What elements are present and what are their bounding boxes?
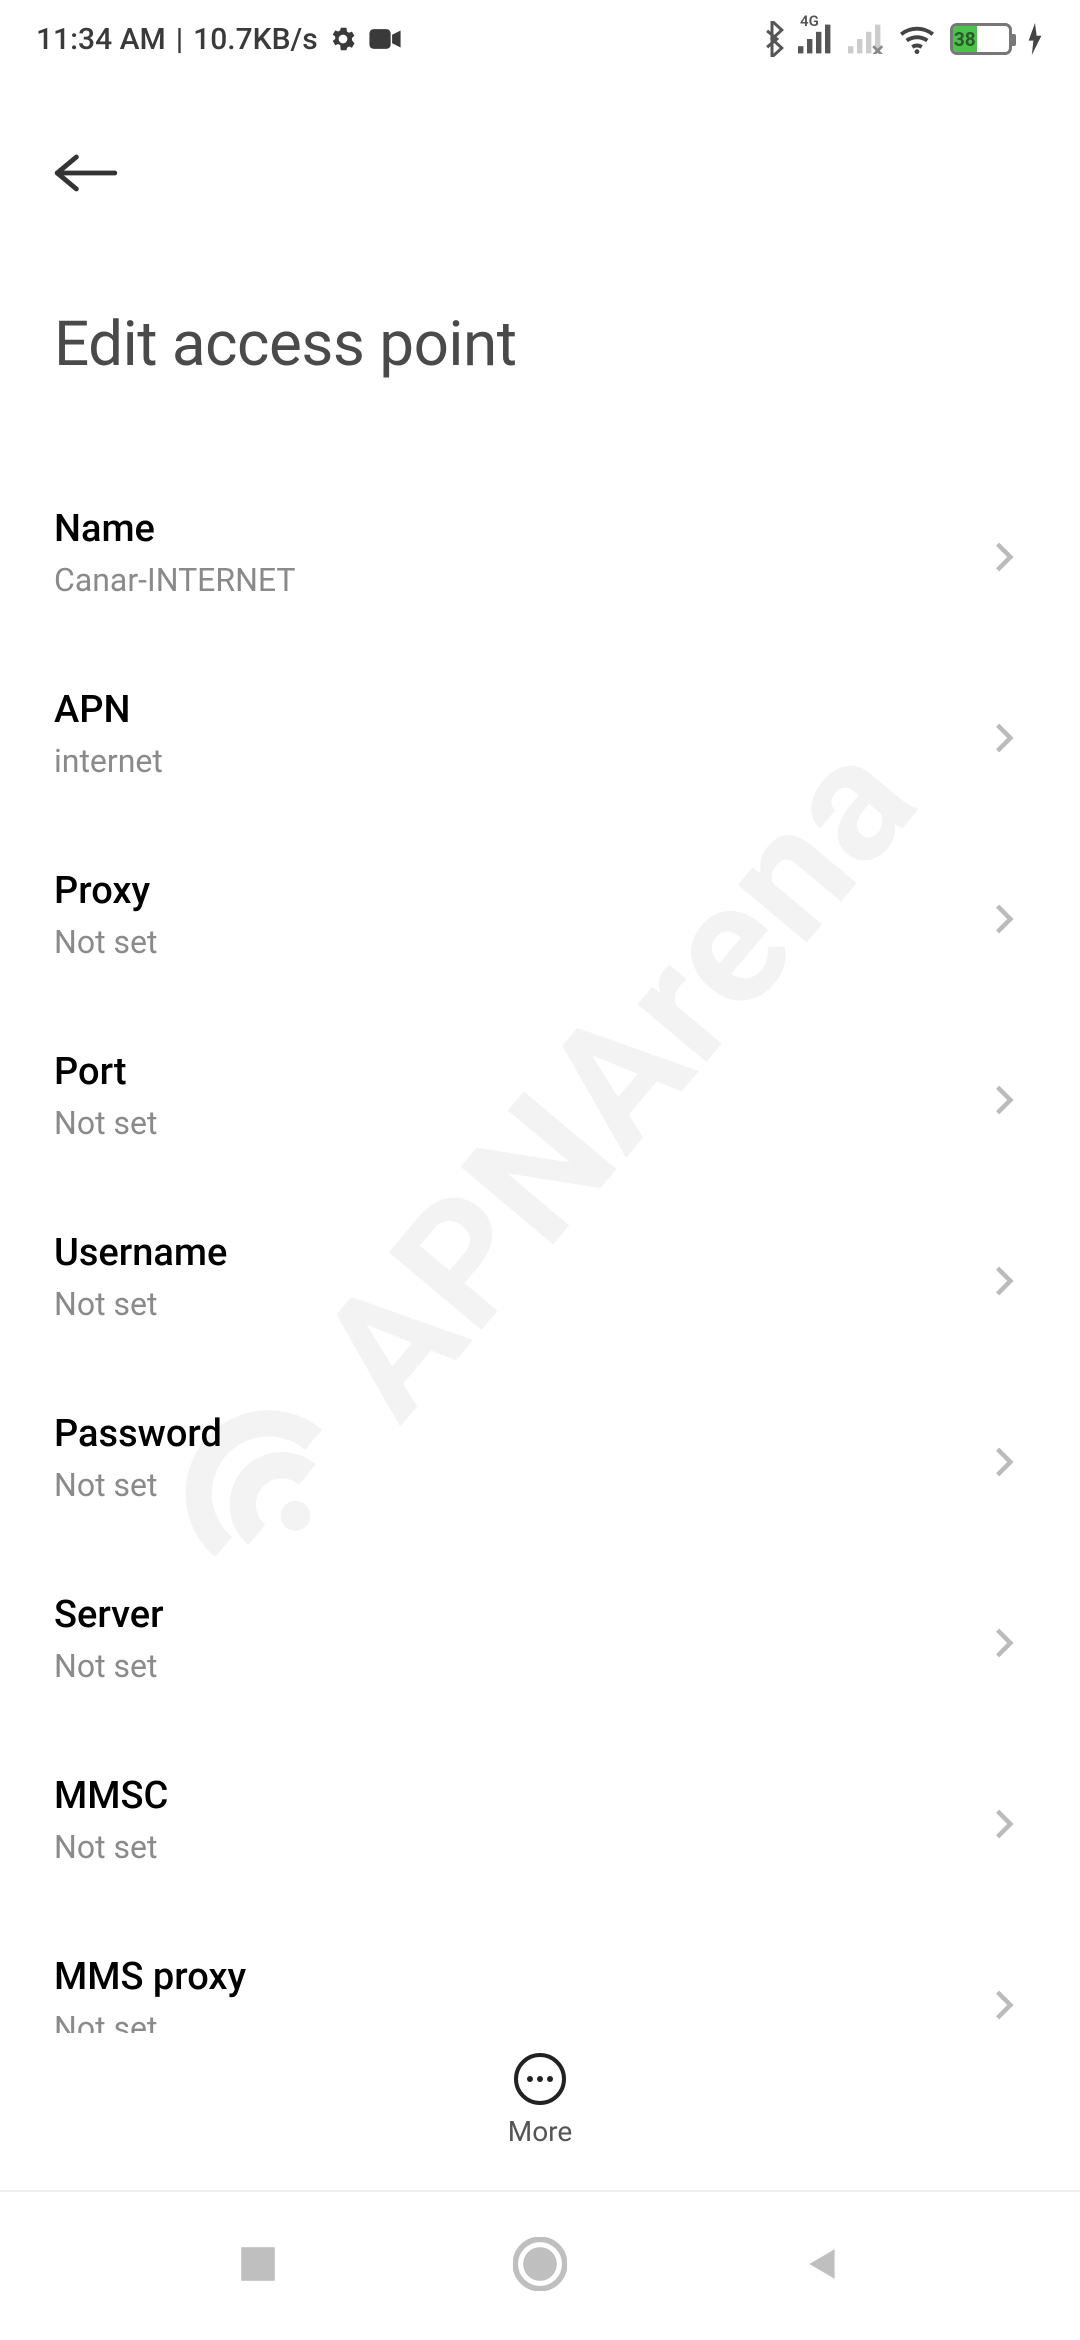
battery-icon: 38: [950, 23, 1012, 55]
item-title: MMSC: [54, 1772, 988, 1821]
camera-icon: [368, 25, 402, 53]
more-menu-button[interactable]: More: [0, 2033, 1080, 2172]
network-type-label: 4G: [800, 12, 819, 30]
item-sub: Canar-INTERNET: [54, 560, 988, 602]
item-title: Password: [54, 1410, 988, 1459]
item-sub: Not set: [54, 1646, 988, 1688]
nav-home-button[interactable]: [513, 2237, 567, 2295]
bluetooth-icon: [760, 21, 784, 57]
chevron-right-icon: [988, 1265, 1020, 1297]
chevron-right-icon: [988, 1084, 1020, 1116]
item-port[interactable]: Port Not set: [54, 1014, 1026, 1195]
status-left: 11:34 AM | 10.7KB/s: [36, 22, 402, 57]
item-sub: Not set: [54, 1103, 988, 1145]
item-server[interactable]: Server Not set: [54, 1557, 1026, 1738]
status-separator: |: [176, 22, 183, 57]
item-mmsc[interactable]: MMSC Not set: [54, 1738, 1026, 1919]
item-sub: Not set: [54, 1465, 988, 1507]
status-network-speed: 10.7KB/s: [193, 22, 318, 57]
item-title: Username: [54, 1229, 988, 1278]
item-sub: internet: [54, 741, 988, 783]
status-time: 11:34 AM: [36, 22, 166, 57]
item-title: Port: [54, 1048, 988, 1097]
triangle-left-icon: [801, 2243, 843, 2285]
nav-back-button[interactable]: [801, 2243, 843, 2289]
item-password[interactable]: Password Not set: [54, 1376, 1026, 1557]
gear-icon: [328, 24, 358, 54]
signal-4g-icon: 4G: [798, 24, 834, 54]
back-button[interactable]: [54, 138, 124, 208]
chevron-right-icon: [988, 903, 1020, 935]
chevron-right-icon: [988, 1446, 1020, 1478]
nav-recent-button[interactable]: [237, 2243, 279, 2289]
item-name[interactable]: Name Canar-INTERNET: [54, 471, 1026, 652]
item-title: MMS proxy: [54, 1953, 988, 2002]
chevron-right-icon: [988, 1808, 1020, 1840]
chevron-right-icon: [988, 722, 1020, 754]
chevron-right-icon: [988, 1989, 1020, 2021]
battery-level: 38: [953, 26, 977, 52]
item-title: Server: [54, 1591, 988, 1640]
item-proxy[interactable]: Proxy Not set: [54, 833, 1026, 1014]
item-title: Proxy: [54, 867, 988, 916]
item-apn[interactable]: APN internet: [54, 652, 1026, 833]
item-title: Name: [54, 505, 988, 554]
arrow-left-icon: [54, 151, 118, 195]
chevron-right-icon: [988, 1627, 1020, 1659]
item-username[interactable]: Username Not set: [54, 1195, 1026, 1376]
navigation-bar: [0, 2190, 1080, 2340]
square-icon: [237, 2243, 279, 2285]
settings-list: Name Canar-INTERNET APN internet Proxy N…: [0, 391, 1080, 2100]
wifi-icon: [898, 24, 936, 54]
circle-icon: [513, 2237, 567, 2291]
item-sub: Not set: [54, 1827, 988, 1869]
page-title: Edit access point: [54, 308, 1026, 381]
signal-no-sim-icon: [848, 24, 884, 54]
status-right: 4G 38: [760, 21, 1044, 57]
status-bar: 11:34 AM | 10.7KB/s 4G 38: [0, 0, 1080, 78]
more-icon: [514, 2053, 566, 2105]
charging-icon: [1026, 23, 1044, 55]
more-label: More: [508, 2115, 573, 2148]
item-sub: Not set: [54, 1284, 988, 1326]
chevron-right-icon: [988, 541, 1020, 573]
header: Edit access point: [0, 78, 1080, 391]
item-sub: Not set: [54, 922, 988, 964]
item-title: APN: [54, 686, 988, 735]
